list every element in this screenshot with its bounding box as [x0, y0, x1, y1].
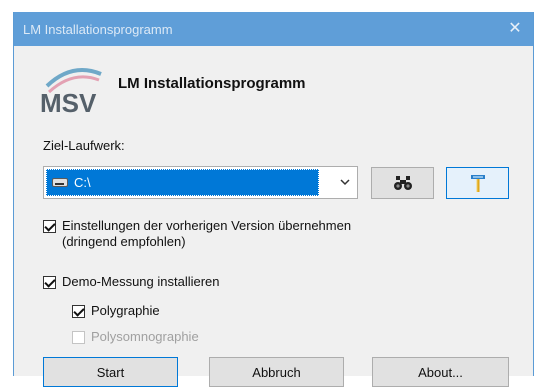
chevron-down-icon[interactable] [339, 176, 351, 188]
demo-measurement-option[interactable]: Demo-Messung installieren [43, 274, 220, 290]
polysomnography-option: Polysomnographie [72, 329, 199, 345]
installer-window: LM Installationsprogramm ✕ MSV LM Instal… [13, 12, 534, 387]
search-drive-button[interactable] [371, 167, 434, 199]
drive-selected-item[interactable]: C:\ [46, 169, 319, 196]
cancel-button[interactable]: Abbruch [209, 357, 344, 387]
polygraphy-label: Polygraphie [91, 303, 160, 318]
polysomnography-checkbox [72, 331, 85, 344]
keep-settings-option[interactable]: Einstellungen der vorherigen Version übe… [43, 218, 351, 250]
polysomnography-label: Polysomnographie [91, 329, 199, 344]
drive-dropdown[interactable]: C:\ [43, 166, 358, 199]
logo-graphic: MSV [40, 68, 102, 116]
drive-label: Ziel-Laufwerk: [43, 138, 125, 153]
binoculars-icon [393, 176, 412, 190]
keep-settings-label-line2: (dringend empfohlen) [62, 234, 186, 249]
configure-button[interactable] [446, 167, 509, 199]
drive-icon [52, 178, 68, 187]
keep-settings-label-line1: Einstellungen der vorherigen Version übe… [62, 218, 352, 233]
logo-text: MSV [40, 88, 97, 116]
keep-settings-checkbox[interactable] [43, 220, 56, 233]
polygraphy-option[interactable]: Polygraphie [72, 303, 160, 319]
app-title: LM Installationsprogramm [118, 75, 306, 92]
about-button[interactable]: About... [372, 357, 509, 387]
window-title: LM Installationsprogramm [23, 22, 173, 37]
title-bar[interactable]: LM Installationsprogramm ✕ [14, 12, 533, 46]
demo-measurement-checkbox[interactable] [43, 276, 56, 289]
keep-settings-label: Einstellungen der vorherigen Version übe… [62, 218, 351, 250]
demo-measurement-label: Demo-Messung installieren [62, 274, 220, 289]
hammer-icon [470, 175, 485, 192]
close-button[interactable]: ✕ [497, 12, 533, 46]
drive-value: C:\ [74, 175, 91, 190]
start-button[interactable]: Start [43, 357, 178, 387]
polygraphy-checkbox[interactable] [72, 305, 85, 318]
msv-logo: MSV [37, 56, 107, 116]
